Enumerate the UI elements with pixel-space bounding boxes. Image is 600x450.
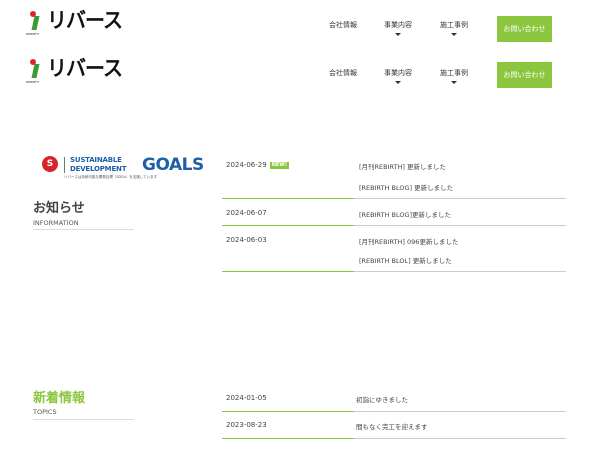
section-divider (33, 229, 134, 230)
site-logo[interactable]: REBIRTH リバース (26, 55, 123, 85)
site-logo[interactable]: REBIRTH リバース (26, 7, 123, 36)
nav-item-company[interactable]: 会社情報 (329, 68, 357, 78)
caret-down-icon (395, 81, 401, 84)
nav-label: 会社情報 (329, 21, 357, 29)
row-divider (222, 411, 354, 412)
topic-date: 2024-01-05 (226, 394, 267, 402)
sdgs-line1: SUSTAINABLE (70, 156, 122, 164)
row-divider (222, 438, 354, 439)
logo-mark-icon: REBIRTH (26, 58, 44, 84)
news-text[interactable]: [REBIRTH BLOG] 更新しました (359, 182, 453, 192)
nav-item-business[interactable]: 事業内容 (384, 68, 412, 84)
information-title: お知らせ (33, 201, 85, 216)
sdgs-banner[interactable]: S SUSTAINABLE DEVELOPMENT GOALS リバースは持続可… (42, 155, 204, 183)
nav-label: 施工事例 (440, 21, 468, 29)
row-divider (222, 225, 354, 226)
nav-item-works[interactable]: 施工事例 (440, 20, 468, 36)
news-date: 2024-06-07 (226, 209, 267, 217)
company-mark-icon: S (42, 156, 58, 172)
logo-text: リバース (47, 7, 123, 33)
sdgs-divider (64, 157, 65, 173)
news-text[interactable]: [月刊REBIRTH] 更新しました (359, 161, 446, 171)
caret-down-icon (395, 33, 401, 36)
nav-item-company[interactable]: 会社情報 (329, 20, 357, 30)
topic-text[interactable]: 初詣にゆきました (356, 394, 408, 404)
news-text[interactable]: [月刊REBIRTH] 096更新しました (359, 236, 458, 246)
row-divider (354, 411, 566, 412)
news-date: 2024-06-03 (226, 236, 267, 244)
nav-label: 事業内容 (384, 21, 412, 29)
nav-item-works[interactable]: 施工事例 (440, 68, 468, 84)
row-divider (354, 225, 566, 226)
new-badge: NEW! (269, 162, 290, 169)
news-text[interactable]: [REBIRTH BLOL] 更新しました (359, 255, 452, 265)
row-divider (222, 198, 354, 199)
nav-label: 事業内容 (384, 69, 412, 77)
caret-down-icon (451, 81, 457, 84)
logo-sub: REBIRTH (26, 80, 39, 84)
nav-item-business[interactable]: 事業内容 (384, 20, 412, 36)
nav-label: 会社情報 (329, 69, 357, 77)
row-divider (354, 198, 566, 199)
topic-text[interactable]: 間もなく完工を迎えます (356, 421, 428, 431)
row-divider (354, 271, 566, 272)
site-header: REBIRTH リバース 会社情報 事業内容 施工事例 お問い合わせ (0, 0, 600, 46)
row-divider (222, 271, 354, 272)
section-divider (33, 419, 134, 420)
news-text[interactable]: [REBIRTH BLOG]更新しました (359, 209, 451, 219)
logo-mark-icon: REBIRTH (26, 10, 44, 36)
sticky-header: REBIRTH リバース 会社情報 事業内容 施工事例 お問い合わせ (0, 48, 600, 94)
caret-down-icon (451, 33, 457, 36)
sdgs-caption: リバースは持続可能な開発目標（SDGs）を支援しています (64, 175, 158, 179)
information-subtitle: INFORMATION (33, 219, 79, 227)
news-date: 2024-06-29 NEW! (226, 161, 290, 169)
contact-button[interactable]: お問い合わせ (497, 16, 552, 42)
nav-label: 施工事例 (440, 69, 468, 77)
topic-date: 2023-08-23 (226, 421, 267, 429)
topics-subtitle: TOPICS (33, 408, 57, 416)
date-text: 2024-06-29 (226, 161, 267, 169)
row-divider (354, 438, 566, 439)
sdgs-goals: GOALS (142, 155, 204, 175)
contact-button[interactable]: お問い合わせ (497, 62, 552, 88)
logo-sub: REBIRTH (26, 32, 39, 36)
sdgs-line2: DEVELOPMENT (70, 165, 127, 173)
topics-title: 新着情報 (33, 391, 86, 406)
logo-text: リバース (47, 55, 123, 81)
